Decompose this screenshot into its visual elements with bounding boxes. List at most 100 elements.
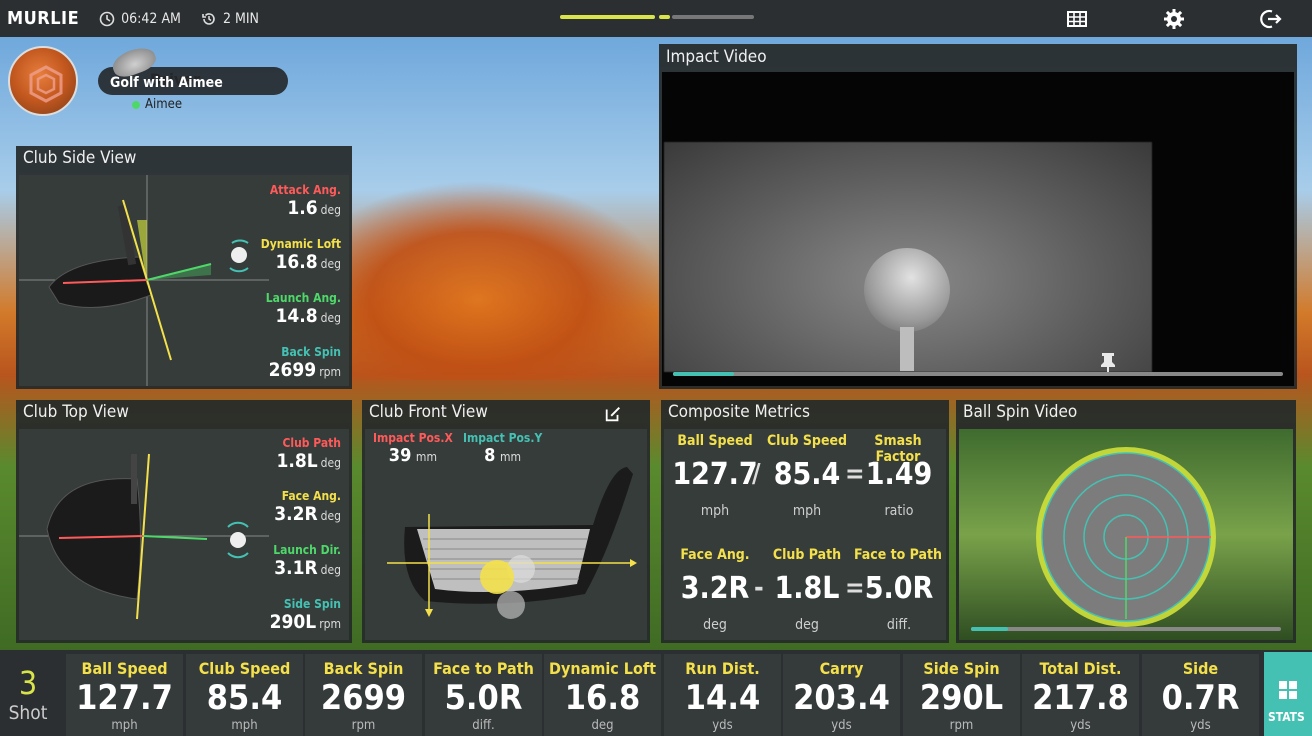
metric-label: Attack Ang. [269, 183, 341, 197]
clock: 06:42 AM [99, 11, 181, 27]
composite-label: Club Speed [766, 433, 848, 449]
club-side-view-panel: Club Side View Attack Ang. 1.6 deg Dynami… [16, 146, 352, 389]
attack-angle-metric: Attack Ang. 1.6 deg [270, 183, 341, 219]
back-spin-metric: Back Spin 2699 rpm [269, 345, 341, 381]
stat-label: Face to Path [433, 659, 534, 678]
tee-image [900, 327, 914, 371]
metric-unit: deg [320, 257, 341, 271]
edit-icon[interactable] [604, 405, 622, 423]
metric-label: Club Path [282, 436, 341, 450]
autumn-trees [350, 180, 670, 380]
stat-side: Side 0.7R yds [1142, 654, 1259, 736]
panel-title: Composite Metrics [668, 402, 811, 422]
stats-grid-icon [1279, 681, 1297, 699]
metric-unit: deg [320, 311, 341, 325]
impact-video-panel[interactable]: Impact Video [659, 44, 1297, 389]
composite-value: 1.49 [865, 457, 933, 492]
metric-value: 290L [269, 611, 317, 633]
logout-icon[interactable] [1258, 7, 1282, 31]
stat-label: Total Dist. [1039, 659, 1122, 678]
stat-label: Side [1182, 659, 1219, 678]
spin-video-frame[interactable] [959, 429, 1293, 640]
impact-video-frame[interactable] [662, 72, 1294, 386]
shot-number: 3 [18, 664, 38, 702]
composite-body: Ball Speed Club Speed Smash Factor 127.7… [664, 429, 946, 640]
spin-video-scrubber[interactable] [971, 627, 1281, 631]
stat-label: Club Speed [198, 659, 291, 678]
metric-value: 3.1R [274, 557, 318, 579]
launch-angle-metric: Launch Ang. 14.8 deg [266, 291, 341, 327]
video-scrubber-fill [673, 372, 734, 376]
stat-label: Dynamic Loft [549, 659, 656, 678]
composite-unit: mph [700, 503, 730, 519]
clock-icon [99, 11, 115, 26]
composite-label: Club Path [772, 547, 842, 563]
metric-unit: deg [320, 203, 341, 217]
metric-label: Back Spin [281, 345, 341, 359]
stat-label: Run Dist. [685, 659, 760, 678]
composite-label: Face to Path [853, 547, 943, 563]
top-bar: MURLIE 06:42 AM 2 MIN [0, 0, 1312, 37]
stats-button[interactable]: STATS [1264, 652, 1312, 736]
composite-value: 127.7 [672, 457, 758, 492]
operator-minus: - [754, 573, 764, 603]
player-name: Aimee [145, 97, 183, 112]
metric-unit: rpm [319, 617, 341, 631]
composite-value: 5.0R [864, 571, 934, 606]
stat-label: Side Spin [923, 659, 1000, 678]
progress-segment-remaining [672, 15, 754, 19]
stat-side-spin: Side Spin 290L rpm [903, 654, 1020, 736]
composite-unit: deg [703, 617, 727, 633]
stat-unit: deg [591, 718, 614, 733]
settings-gear-icon[interactable] [1162, 7, 1186, 31]
metric-label: Launch Dir. [273, 543, 341, 557]
player-badge[interactable]: Driver Golf with Aimee Aimee [8, 43, 288, 116]
composite-value: 85.4 [773, 457, 841, 492]
stat-value: 290L [919, 678, 1004, 718]
table-grid-icon[interactable] [1065, 7, 1089, 31]
dynamic-loft-metric: Dynamic Loft 16.8 deg [261, 237, 341, 273]
stat-value: 0.7R [1161, 678, 1240, 718]
club-path-metric: Club Path 1.8L deg [276, 436, 341, 472]
video-scrubber[interactable] [673, 372, 1283, 376]
front-view-body: Impact Pos.X 39 mm Impact Pos.Y 8 mm [365, 429, 647, 640]
metric-label: Dynamic Loft [260, 237, 341, 251]
composite-unit: deg [795, 617, 819, 633]
composite-unit: diff. [886, 617, 912, 633]
app-logo-icon [29, 65, 63, 103]
stat-value: 127.7 [76, 678, 173, 718]
shot-stats-bar: 3 Shot Ball Speed 127.7 mph Club Speed 8… [0, 650, 1312, 736]
top-view-body: Club Path 1.8L deg Face Ang. 3.2R deg Laun… [19, 429, 349, 640]
shot-counter: 3 Shot [0, 650, 56, 736]
composite-label: Face Ang. [680, 547, 750, 563]
composite-metrics-panel: Composite Metrics Ball Speed Club Speed … [661, 400, 949, 643]
game-mode: Golf with Aimee [110, 75, 223, 91]
metric-value: 2699 [268, 359, 317, 381]
metric-unit: deg [320, 563, 341, 577]
stat-ball-speed: Ball Speed 127.7 mph [66, 654, 183, 736]
metric-value: 1.6 [287, 197, 318, 219]
stat-unit: yds [831, 718, 852, 733]
panel-title: Club Top View [23, 402, 129, 422]
stat-value: 217.8 [1032, 678, 1129, 718]
operator-divide: / [752, 459, 761, 489]
stat-unit: rpm [949, 718, 974, 733]
stat-unit: yds [1070, 718, 1091, 733]
stat-label: Carry [819, 659, 864, 678]
club-face-illustration [387, 467, 637, 619]
stat-unit: diff. [472, 718, 495, 733]
ball-spin-video-panel[interactable]: Ball Spin Video [956, 400, 1296, 643]
progress-segment-current [659, 15, 670, 19]
stat-back-spin: Back Spin 2699 rpm [305, 654, 422, 736]
avatar [8, 46, 78, 116]
stat-unit: mph [111, 718, 138, 733]
panel-title: Impact Video [666, 47, 767, 67]
launch-direction-metric: Launch Dir. 3.1R deg [273, 543, 341, 579]
online-status-dot [132, 101, 140, 109]
metric-unit: rpm [319, 365, 341, 379]
session-duration: 2 MIN [201, 11, 259, 27]
stat-value: 2699 [320, 678, 407, 718]
stat-value: 16.8 [564, 678, 641, 718]
stat-unit: yds [1190, 718, 1211, 733]
stat-unit: mph [231, 718, 258, 733]
